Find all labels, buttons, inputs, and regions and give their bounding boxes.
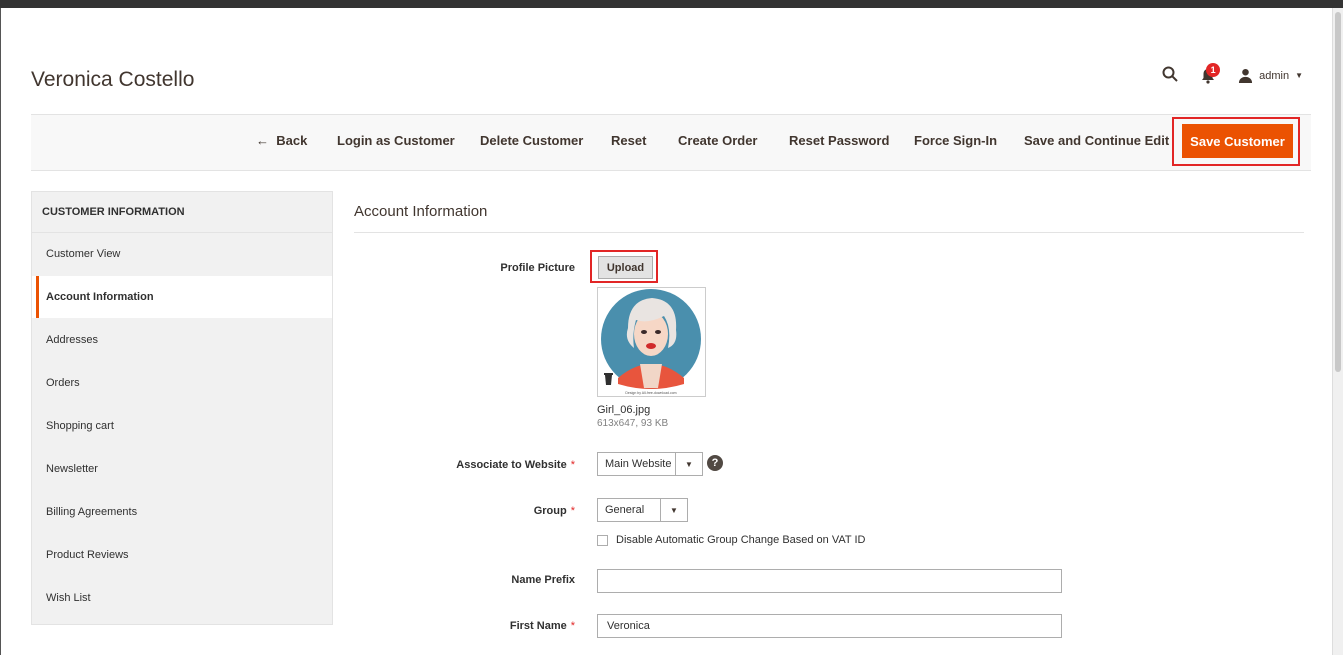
sidebar-item-addresses[interactable]: Addresses [32, 319, 332, 362]
arrow-left-icon: ← [256, 133, 269, 148]
group-label: Group * [533, 505, 575, 517]
chevron-down-icon: ▼ [675, 453, 702, 475]
file-name: Girl_06.jpg [597, 404, 651, 416]
user-menu[interactable]: admin ▼ [1238, 68, 1303, 83]
website-select-value: Main Website [605, 458, 672, 470]
website-select[interactable]: Main Website ▼ [597, 452, 703, 476]
search-icon[interactable] [1162, 66, 1178, 85]
create-order-button[interactable]: Create Order [678, 133, 757, 148]
sidebar-heading: CUSTOMER INFORMATION [32, 192, 332, 233]
section-divider [354, 232, 1304, 233]
group-select[interactable]: General ▼ [597, 498, 688, 522]
section-title: Account Information [354, 203, 488, 220]
required-marker: * [570, 505, 575, 517]
sidebar-item-billing-agreements[interactable]: Billing Agreements [32, 491, 332, 534]
disable-vat-group-change-label[interactable]: Disable Automatic Group Change Based on … [616, 534, 865, 546]
sidebar-item-newsletter[interactable]: Newsletter [32, 448, 332, 491]
reset-password-button[interactable]: Reset Password [789, 133, 889, 148]
reset-button[interactable]: Reset [611, 133, 646, 148]
trash-icon [604, 373, 613, 385]
disable-vat-group-change-checkbox[interactable] [597, 535, 608, 546]
sidebar-item-account-information[interactable]: Account Information [32, 276, 332, 319]
name-prefix-label: Name Prefix [511, 574, 575, 586]
profile-picture-image: Design by All-free-download.com [601, 289, 701, 395]
scrollbar-thumb[interactable] [1335, 12, 1341, 372]
first-name-label: First Name * [509, 620, 575, 632]
profile-picture-label: Profile Picture [500, 262, 575, 274]
force-sign-in-button[interactable]: Force Sign-In [914, 133, 997, 148]
page-title: Veronica Costello [31, 68, 195, 91]
required-marker: * [570, 620, 575, 632]
window-top-bar [0, 0, 1343, 8]
sidebar-item-shopping-cart[interactable]: Shopping cart [32, 405, 332, 448]
chevron-down-icon: ▼ [660, 499, 687, 521]
required-marker: * [570, 459, 575, 471]
help-icon[interactable]: ? [707, 455, 723, 471]
delete-customer-button[interactable]: Delete Customer [480, 133, 583, 148]
vertical-scrollbar[interactable] [1332, 8, 1343, 655]
login-as-customer-button[interactable]: Login as Customer [337, 133, 455, 148]
website-label: Associate to Website * [456, 459, 575, 471]
image-watermark: Design by All-free-download.com [625, 391, 676, 395]
customer-info-sidebar: CUSTOMER INFORMATION Customer View Accou… [31, 191, 333, 625]
group-select-value: General [605, 504, 645, 516]
notifications-badge: 1 [1206, 62, 1221, 77]
sidebar-item-product-reviews[interactable]: Product Reviews [32, 534, 332, 577]
caret-down-icon: ▼ [1295, 71, 1303, 80]
user-label: admin [1259, 69, 1290, 82]
name-prefix-input[interactable] [597, 569, 1062, 593]
sidebar-item-wish-list[interactable]: Wish List [32, 577, 332, 620]
save-continue-edit-button[interactable]: Save and Continue Edit [1024, 133, 1169, 148]
window-left-edge [0, 8, 1, 655]
user-icon [1239, 68, 1253, 83]
notifications-bell-icon[interactable]: 1 [1200, 62, 1221, 84]
profile-picture-preview: Design by All-free-download.com [597, 287, 706, 397]
save-customer-button[interactable]: Save Customer [1182, 124, 1293, 158]
first-name-input[interactable]: Veronica [597, 614, 1062, 638]
sidebar-item-customer-view[interactable]: Customer View [32, 233, 332, 276]
header-actions: 1 admin ▼ [1162, 62, 1303, 85]
file-meta: 613x647, 93 KB [597, 418, 669, 429]
upload-button[interactable]: Upload [598, 256, 653, 279]
back-button[interactable]: ← Back [256, 133, 307, 148]
sidebar-item-orders[interactable]: Orders [32, 362, 332, 405]
